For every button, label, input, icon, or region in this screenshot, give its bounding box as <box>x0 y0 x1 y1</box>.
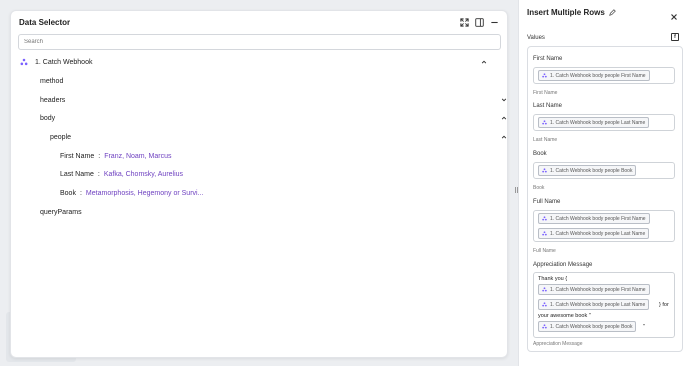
field-hint: Book <box>533 185 545 191</box>
chip-label: 1. Catch Webhook body people Book <box>550 167 633 174</box>
separator: : <box>79 189 82 197</box>
panel-title: Insert Multiple Rows <box>527 8 605 17</box>
message-text: Thank you { <box>538 276 568 282</box>
tree-item-query-params[interactable]: queryParams <box>40 206 82 218</box>
panel-header: Insert Multiple Rows <box>527 8 616 17</box>
data-chip[interactable]: 1. Catch Webhook body people First Name <box>538 284 650 295</box>
data-selector-panel: Data Selector 1. Catch Webhook method he… <box>10 10 508 358</box>
field-label-first-name: First Name <box>533 56 563 62</box>
message-text: your awesome book " <box>538 313 591 319</box>
tree-item-method[interactable]: method <box>40 75 63 87</box>
tree-item-catch-webhook[interactable]: 1. Catch Webhook <box>20 56 500 68</box>
data-chip[interactable]: 1. Catch Webhook body people First Name <box>538 70 650 81</box>
webhook-icon <box>20 58 28 66</box>
chip-label: 1. Catch Webhook body people First Name <box>550 72 646 79</box>
tree-item-label: 1. Catch Webhook <box>35 58 93 66</box>
data-chip[interactable]: 1. Catch Webhook body people Last Name <box>538 228 650 239</box>
chip-label: 1. Catch Webhook body people First Name <box>550 286 646 293</box>
tree-item-label: body <box>40 114 56 122</box>
field-value: Kafka, Chomsky, Aurelius <box>103 170 184 178</box>
field-value: Franz, Noam, Marcus <box>104 152 172 160</box>
tree-item-body[interactable]: body <box>40 112 507 124</box>
chevron-down-icon[interactable] <box>500 96 508 104</box>
chip-label: 1. Catch Webhook body people Last Name <box>550 230 646 237</box>
tree-item-label: people <box>50 133 72 141</box>
data-chip[interactable]: 1. Catch Webhook body people Last Name <box>538 299 650 310</box>
data-chip[interactable]: 1. Catch Webhook body people First Name <box>538 213 650 224</box>
tree-item-headers[interactable]: headers <box>40 94 507 106</box>
minimize-icon[interactable] <box>488 16 500 28</box>
step-settings-panel: Insert Multiple Rows Values f First Name… <box>518 0 690 366</box>
field-label-book: Book <box>533 151 547 157</box>
separator: : <box>97 170 100 178</box>
message-text: } for <box>659 302 669 308</box>
fx-icon[interactable]: f <box>671 33 679 41</box>
chip-label: 1. Catch Webhook body people Last Name <box>550 119 646 126</box>
data-chip[interactable]: 1. Catch Webhook body people Book <box>538 321 637 332</box>
tree-item-book[interactable]: Book : Metamorphosis, Hegemony or Survi.… <box>60 187 203 199</box>
field-hint: Full Name <box>533 248 556 254</box>
chevron-up-icon[interactable] <box>480 58 488 66</box>
field-key: Book <box>60 189 76 197</box>
values-label: Values <box>527 35 545 41</box>
field-key: First Name <box>60 152 95 160</box>
message-text: " <box>643 324 645 330</box>
field-hint: Appreciation Message <box>533 341 583 347</box>
field-key: Last Name <box>60 170 94 178</box>
data-chip[interactable]: 1. Catch Webhook body people Last Name <box>538 117 650 128</box>
data-chip[interactable]: 1. Catch Webhook body people Book <box>538 165 637 176</box>
chip-label: 1. Catch Webhook body people First Name <box>550 215 646 222</box>
tree-item-first-name[interactable]: First Name : Franz, Noam, Marcus <box>60 150 171 162</box>
field-label-last-name: Last Name <box>533 103 563 109</box>
close-icon[interactable] <box>670 8 678 20</box>
chevron-up-icon[interactable] <box>500 133 508 141</box>
field-label-appreciation-message: Appreciation Message <box>533 262 593 268</box>
chevron-up-icon[interactable] <box>500 114 508 122</box>
separator: : <box>98 152 101 160</box>
field-value: Metamorphosis, Hegemony or Survi... <box>85 189 204 197</box>
pencil-icon[interactable] <box>608 9 616 16</box>
resize-handle-horizontal[interactable] <box>600 358 608 361</box>
dock-icon[interactable] <box>473 16 485 28</box>
tree-item-people[interactable]: people <box>50 131 507 143</box>
expand-icon[interactable] <box>458 16 470 28</box>
field-hint: Last Name <box>533 137 558 143</box>
search-input[interactable] <box>18 34 501 50</box>
tree-item-label: headers <box>40 96 66 104</box>
chip-label: 1. Catch Webhook body people Last Name <box>550 301 646 308</box>
field-hint: First Name <box>533 90 558 96</box>
field-label-full-name: Full Name <box>533 199 561 205</box>
data-selector-title: Data Selector <box>19 18 71 27</box>
tree-item-last-name[interactable]: Last Name : Kafka, Chomsky, Aurelius <box>60 168 183 180</box>
chip-label: 1. Catch Webhook body people Book <box>550 323 633 330</box>
